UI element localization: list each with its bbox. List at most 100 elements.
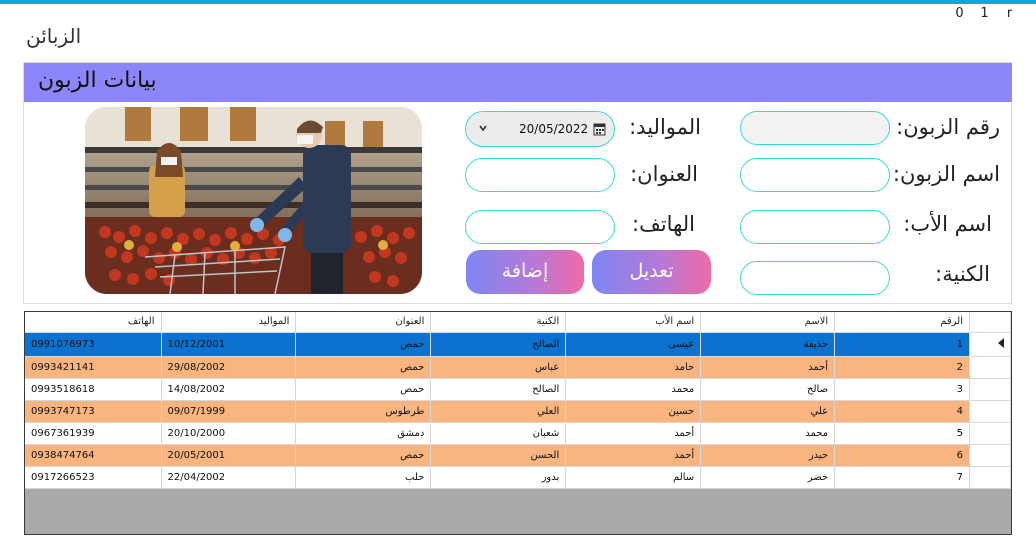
cell-address[interactable]: حمص (295, 444, 432, 467)
cell-phone[interactable]: 0938474764 (25, 444, 162, 467)
cell-father[interactable]: حسين (565, 400, 702, 423)
cell-address[interactable]: حمص (295, 332, 432, 357)
maximize-button[interactable]: 1 (972, 6, 997, 21)
col-header-address[interactable]: العنوان (295, 312, 432, 333)
address-label: العنوان: (630, 162, 698, 186)
cell-birth[interactable]: 09/07/1999 (161, 400, 297, 423)
phone-field[interactable] (465, 210, 615, 244)
birth-date-value: 20/05/2022 (519, 122, 589, 136)
table-row[interactable]: 3 صالح محمد الصالح حمص 14/08/2002 0993518618 (25, 378, 1011, 401)
cell-father[interactable]: أحمد (565, 444, 702, 467)
current-row-arrow-icon (998, 337, 1004, 348)
add-button[interactable]: إضافة (466, 250, 584, 294)
col-header-rowno[interactable]: الرقم (834, 312, 970, 333)
col-header-nickname[interactable]: الكنية (430, 312, 567, 333)
row-indicator[interactable] (969, 332, 1011, 357)
table-row[interactable]: 4 علي حسين العلي طرطوس 09/07/1999 0993747173 (25, 400, 1011, 423)
cell-father[interactable]: محمد (565, 378, 702, 401)
customer-name-label: اسم الزبون: (892, 162, 1000, 186)
cell-address[interactable]: حمص (295, 356, 432, 379)
cell-rowno[interactable]: 3 (834, 378, 970, 401)
row-indicator[interactable] (969, 444, 1011, 467)
cell-phone[interactable]: 0993518618 (25, 378, 162, 401)
cell-birth[interactable]: 22/04/2002 (161, 466, 297, 489)
col-header-phone[interactable]: الهاتف (25, 312, 162, 333)
table-row[interactable]: 7 خضر سالم بدور حلب 22/04/2002 0917266523 (25, 466, 1011, 489)
cell-phone[interactable]: 0967361939 (25, 422, 162, 445)
cell-phone[interactable]: 0993747173 (25, 400, 162, 423)
cell-phone[interactable]: 0917266523 (25, 466, 162, 489)
cell-phone[interactable]: 0993421141 (25, 356, 162, 379)
customer-name-field[interactable] (740, 158, 890, 192)
cell-birth[interactable]: 20/10/2000 (161, 422, 297, 445)
birth-date-picker[interactable]: 20/05/2022 (465, 111, 615, 147)
cell-father[interactable]: سالم (565, 466, 702, 489)
minimize-button[interactable]: 0 (947, 6, 972, 21)
cell-rowno[interactable]: 6 (834, 444, 970, 467)
window-title: الزبائن (26, 24, 82, 48)
cell-father[interactable]: عيسى (565, 332, 702, 357)
grid-header-row: الرقم الاسم اسم الأب الكنية العنوان المو… (25, 312, 1011, 333)
cell-rowno[interactable]: 4 (834, 400, 970, 423)
cell-nickname[interactable]: الصالح (430, 378, 567, 401)
cell-name[interactable]: صالح (700, 378, 836, 401)
cell-name[interactable]: محمد (700, 422, 836, 445)
customer-no-field[interactable] (740, 111, 890, 145)
phone-label: الهاتف: (632, 212, 695, 236)
cell-birth[interactable]: 14/08/2002 (161, 378, 297, 401)
table-row[interactable]: 2 أحمد حامد عباس حمص 29/08/2002 0993421141 (25, 356, 1011, 379)
cell-rowno[interactable]: 1 (834, 332, 970, 357)
cell-birth[interactable]: 20/05/2001 (161, 444, 297, 467)
cell-birth[interactable]: 10/12/2001 (161, 332, 297, 357)
chevron-down-icon[interactable] (476, 121, 490, 135)
col-header-birth[interactable]: المواليد (161, 312, 297, 333)
table-row[interactable]: 1 حذيفة عيسى الصالح حمص 10/12/2001 0991076973 (25, 332, 1011, 357)
cell-nickname[interactable]: العلي (430, 400, 567, 423)
window-controls: 0 1 r (947, 6, 1022, 21)
cell-nickname[interactable]: بدور (430, 466, 567, 489)
cell-name[interactable]: حيدر (700, 444, 836, 467)
row-indicator[interactable] (969, 422, 1011, 445)
col-header-name[interactable]: الاسم (700, 312, 836, 333)
calendar-icon[interactable] (593, 122, 606, 136)
cell-name[interactable]: أحمد (700, 356, 836, 379)
cell-rowno[interactable]: 2 (834, 356, 970, 379)
table-row[interactable]: 6 حيدر أحمد الحسن حمص 20/05/2001 0938474764 (25, 444, 1011, 467)
address-field[interactable] (465, 158, 615, 192)
cell-address[interactable]: حمص (295, 378, 432, 401)
cell-address[interactable]: طرطوس (295, 400, 432, 423)
close-button[interactable]: r (997, 6, 1022, 21)
col-header-father[interactable]: اسم الأب (565, 312, 702, 333)
cell-name[interactable]: حذيفة (700, 332, 836, 357)
cell-rowno[interactable]: 5 (834, 422, 970, 445)
row-indicator[interactable] (969, 400, 1011, 423)
cell-birth[interactable]: 29/08/2002 (161, 356, 297, 379)
cell-name[interactable]: علي (700, 400, 836, 423)
nickname-field[interactable] (740, 261, 890, 295)
row-indicator[interactable] (969, 466, 1011, 489)
cell-father[interactable]: أحمد (565, 422, 702, 445)
cell-address[interactable]: حلب (295, 466, 432, 489)
cell-nickname[interactable]: عباس (430, 356, 567, 379)
row-indicator[interactable] (969, 378, 1011, 401)
father-name-field[interactable] (740, 210, 890, 244)
panel-title: بيانات الزبون (38, 68, 157, 93)
table-row[interactable]: 5 محمد أحمد شعبان دمشق 20/10/2000 0967361939 (25, 422, 1011, 445)
customer-no-label: رقم الزبون: (896, 115, 1000, 139)
cell-name[interactable]: خضر (700, 466, 836, 489)
edit-button[interactable]: تعديل (592, 250, 711, 294)
cell-rowno[interactable]: 7 (834, 466, 970, 489)
cell-phone[interactable]: 0991076973 (25, 332, 162, 357)
window-top-border (0, 0, 1036, 4)
cell-nickname[interactable]: شعبان (430, 422, 567, 445)
cell-nickname[interactable]: الحسن (430, 444, 567, 467)
father-name-label: اسم الأب: (903, 212, 992, 236)
cell-nickname[interactable]: الصالح (430, 332, 567, 357)
birth-label: المواليد: (629, 115, 701, 139)
customers-table: الرقم الاسم اسم الأب الكنية العنوان المو… (25, 312, 1011, 489)
customers-grid[interactable]: الرقم الاسم اسم الأب الكنية العنوان المو… (24, 311, 1012, 535)
panel-header: بيانات الزبون (24, 63, 1012, 102)
cell-address[interactable]: دمشق (295, 422, 432, 445)
cell-father[interactable]: حامد (565, 356, 702, 379)
row-indicator[interactable] (969, 356, 1011, 379)
